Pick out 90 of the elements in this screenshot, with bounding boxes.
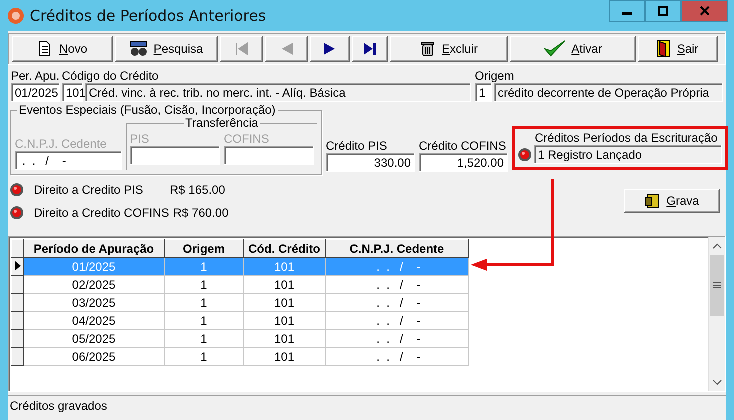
indicator-lamp-icon: [10, 206, 24, 220]
field-label: C.N.P.J. Cedente: [15, 137, 108, 151]
maximize-icon: [658, 6, 668, 16]
table-cell: 04/2025: [24, 312, 164, 330]
app-logo-icon: [8, 8, 24, 24]
table-row[interactable]: 03/2025 1 101 . . / -: [12, 294, 468, 312]
table-cell: 1: [164, 294, 244, 312]
amount-field[interactable]: 330.00: [326, 153, 415, 172]
code-field[interactable]: 101: [62, 83, 83, 102]
amount-field[interactable]: 1,520.00: [419, 153, 508, 172]
field-label: COFINS: [224, 132, 270, 146]
activate-button[interactable]: Ativar: [510, 36, 636, 62]
table-row[interactable]: 04/2025 1 101 . . / -: [12, 312, 468, 330]
first-record-icon: [234, 42, 248, 56]
table-cell: 01/2025: [24, 258, 164, 276]
next-button[interactable]: [310, 36, 350, 62]
table-cell: . . / -: [326, 294, 468, 312]
description-field: Créd. vinc. à rec. trib. no merc. int. - Alíq. Básica: [85, 83, 471, 102]
new-button[interactable]: Novo: [12, 36, 113, 62]
scroll-up-icon: [712, 243, 722, 249]
indicator-value: R$ 760.00: [173, 206, 229, 220]
table-cell: 03/2025: [24, 294, 164, 312]
table-cell: . . / -: [326, 276, 468, 294]
trash-can-icon: [420, 41, 436, 57]
window-title: Créditos de Períodos Anteriores: [30, 6, 266, 24]
field-label: Per. Apu.: [11, 69, 60, 83]
field-label: Código do Crédito: [62, 69, 160, 83]
table-cell: 1: [164, 276, 244, 294]
table-cell: 101: [244, 258, 326, 276]
cabinet-icon: [644, 193, 661, 209]
scroll-down-icon: [712, 380, 722, 386]
next-record-icon: [323, 42, 337, 56]
origin-description-field: crédito decorrente de Operação Própria: [494, 83, 723, 102]
table-cell: 101: [244, 330, 326, 348]
delete-button[interactable]: Excluir: [390, 36, 508, 62]
grid-corner: [12, 240, 24, 258]
origin-code-field[interactable]: 1: [475, 83, 492, 102]
column-header[interactable]: C.N.P.J. Cedente: [326, 240, 468, 258]
search-button[interactable]: Pesquisa: [115, 36, 218, 62]
column-header[interactable]: Origem: [164, 240, 244, 258]
last-record-icon: [363, 42, 377, 56]
table-row[interactable]: 05/2025 1 101 . . / -: [12, 330, 468, 348]
maximize-button[interactable]: [645, 0, 681, 22]
table-cell: . . / -: [326, 312, 468, 330]
field-label: Crédito PIS: [326, 139, 388, 153]
table-row[interactable]: 06/2025 1 101 . . / -: [12, 348, 468, 366]
table-cell: 1: [164, 330, 244, 348]
checkmark-icon: [544, 40, 566, 58]
previous-record-icon: [280, 42, 294, 56]
indicator-lamp-icon: [10, 183, 24, 197]
scrollbar[interactable]: [708, 237, 725, 391]
status-field: 1 Registro Lançado: [534, 145, 722, 164]
group-title: Transferência: [184, 116, 260, 130]
period-field[interactable]: 01/2025: [11, 83, 60, 102]
indicator-value: R$ 165.00: [170, 183, 226, 197]
field-label: PIS: [130, 132, 150, 146]
indicator-lamp-icon: [518, 148, 532, 162]
table-cell: 101: [244, 312, 326, 330]
close-icon: [700, 6, 710, 16]
table-cell: 101: [244, 294, 326, 312]
table-row[interactable]: 02/2025 1 101 . . / -: [12, 276, 468, 294]
table-cell: 1: [164, 312, 244, 330]
field-label: Crédito COFINS: [419, 139, 508, 153]
door-icon: [657, 40, 672, 58]
table-cell: 101: [244, 348, 326, 366]
table-cell: 06/2025: [24, 348, 164, 366]
indicator-label: Direito a Credito PIS: [34, 183, 144, 197]
column-header[interactable]: Cód. Crédito: [244, 240, 326, 258]
group-title: Eventos Especiais (Fusão, Cisão, Incorporação): [17, 103, 278, 117]
save-button[interactable]: Grava: [624, 189, 720, 213]
table-cell: 02/2025: [24, 276, 164, 294]
field-label: Origem: [475, 69, 516, 83]
table-cell: 05/2025: [24, 330, 164, 348]
close-button[interactable]: [681, 0, 728, 22]
table-cell: . . / -: [326, 258, 468, 276]
exit-button[interactable]: Sair: [638, 36, 718, 62]
table-cell: . . / -: [326, 330, 468, 348]
last-button[interactable]: [352, 36, 388, 62]
table-cell: 1: [164, 258, 244, 276]
table-cell: 101: [244, 276, 326, 294]
table-cell: . . / -: [326, 348, 468, 366]
page-icon: [37, 41, 54, 57]
row-pointer-icon: [14, 260, 20, 270]
grip-icon: [713, 282, 721, 289]
minimize-button[interactable]: [609, 0, 645, 22]
table-cell: 1: [164, 348, 244, 366]
status-bar: Créditos gravados: [8, 395, 726, 415]
column-header[interactable]: Período de Apuração: [24, 240, 164, 258]
field-label: Créditos Períodos da Escrituração: [534, 131, 718, 145]
indicator-label: Direito a Credito COFINS: [34, 206, 170, 220]
